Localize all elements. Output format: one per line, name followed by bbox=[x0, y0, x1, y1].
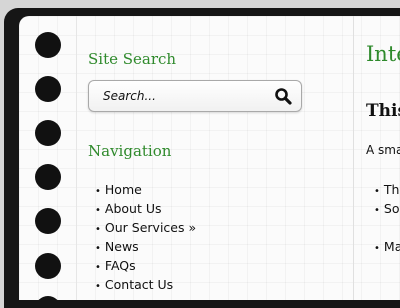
bullet-icon: • bbox=[374, 205, 380, 216]
spiral-hole bbox=[35, 120, 61, 146]
nav-item-about-us[interactable]: • About Us bbox=[95, 199, 196, 218]
bullet-icon: • bbox=[374, 186, 380, 197]
nav-item-contact-us[interactable]: • Contact Us bbox=[95, 275, 196, 294]
content-divider bbox=[353, 16, 354, 300]
magnifier-icon[interactable] bbox=[274, 87, 292, 105]
content-list-item: • So bbox=[374, 199, 400, 218]
page-title: Inte bbox=[366, 42, 400, 66]
nav-item-our-services[interactable]: • Our Services » bbox=[95, 218, 196, 237]
notebook-page: Site Search Navigation •Home •About Us •… bbox=[19, 16, 400, 300]
nav-item-faqs[interactable]: • FAQs bbox=[95, 256, 196, 275]
content-list-item: • Ma bbox=[374, 237, 400, 256]
spiral-hole bbox=[35, 32, 61, 58]
bullet-icon: • bbox=[95, 243, 101, 254]
navigation-list: • Home • About Us • Our Services » • News • F… bbox=[95, 180, 196, 294]
nav-item-label: News bbox=[104, 239, 139, 254]
nav-item-news[interactable]: • News bbox=[95, 237, 196, 256]
nav-item-label: Our Services » bbox=[104, 220, 197, 235]
bullet-icon: • bbox=[95, 262, 101, 273]
intro-paragraph: A sma bbox=[366, 143, 400, 157]
bullet-icon: • bbox=[95, 224, 101, 235]
nav-item-label: Contact Us bbox=[104, 277, 174, 292]
bullet-icon: • bbox=[374, 243, 380, 254]
nav-item-home[interactable]: • Home bbox=[95, 180, 196, 199]
content-list-label: Th bbox=[383, 182, 400, 197]
nav-item-label: Home bbox=[104, 182, 142, 197]
section-heading: This bbox=[366, 101, 400, 121]
nav-item-label: About Us bbox=[104, 201, 162, 216]
spiral-hole bbox=[35, 208, 61, 234]
spiral-hole bbox=[35, 253, 61, 279]
content-list-label: Ma bbox=[383, 239, 400, 254]
search-input[interactable] bbox=[103, 87, 263, 105]
nav-item-label: FAQs bbox=[104, 258, 136, 273]
content-list: • Th • So bbox=[374, 180, 400, 218]
content-list-secondary: • Ma bbox=[374, 237, 400, 256]
content-list-label: So bbox=[383, 201, 400, 216]
navigation-heading: Navigation bbox=[88, 142, 172, 160]
spiral-hole bbox=[35, 296, 61, 300]
spiral-hole bbox=[35, 76, 61, 102]
bullet-icon: • bbox=[95, 205, 101, 216]
bullet-icon: • bbox=[95, 281, 101, 292]
search-box[interactable] bbox=[88, 80, 302, 112]
spiral-hole bbox=[35, 164, 61, 190]
content-list-item: • Th bbox=[374, 180, 400, 199]
site-search-heading: Site Search bbox=[88, 50, 177, 68]
bullet-icon: • bbox=[95, 186, 101, 197]
